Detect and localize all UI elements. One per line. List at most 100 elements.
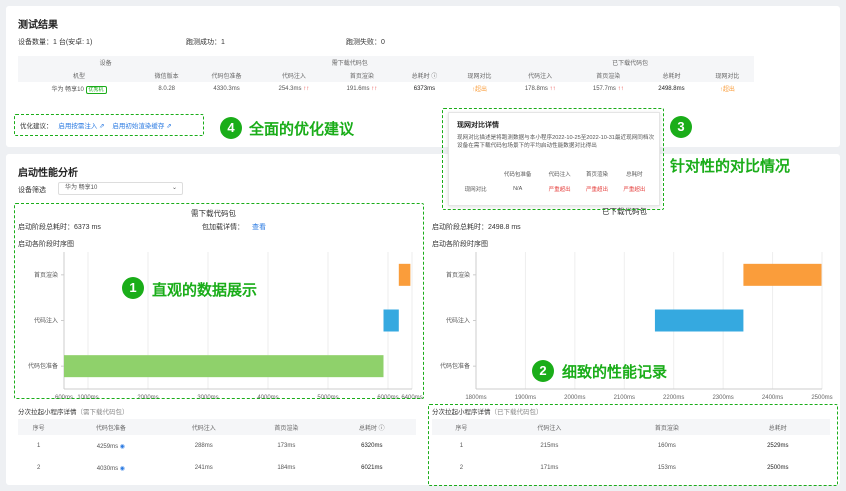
- cell-render2: 157.7ms ↑↑: [574, 82, 642, 95]
- y-tick-label: 代码注入: [446, 317, 470, 325]
- device-filter-label: 设备筛选: [18, 187, 46, 194]
- cell-model: 华为 畅享10 优秀机: [18, 82, 140, 95]
- x-tick-label: 1800ms: [465, 395, 486, 401]
- col-header: 微信版本: [154, 74, 179, 80]
- callout-1-badge: 1: [122, 277, 144, 299]
- render2-arrows: ↑↑: [617, 85, 624, 92]
- col-header: 代码包准备: [211, 74, 242, 80]
- callout-1-text: 直观的数据展示: [152, 282, 258, 299]
- x-tick-label: 2400ms: [762, 395, 783, 401]
- cell-render: 184ms: [277, 465, 296, 471]
- col-header-total: 总耗时 ⓘ: [396, 69, 453, 82]
- detail-left-header: 序号 代码包准备 代码注入 首页渲染 总耗时 ⓘ: [18, 419, 416, 435]
- col-header: 现网对比: [467, 74, 492, 80]
- column-header-row: 机型 微信版本 代码包准备 代码注入 首页渲染 总耗时 ⓘ 现网对比 代码注入 …: [18, 69, 754, 82]
- cell-inject: 288ms: [194, 443, 213, 449]
- inject-value: 254.3ms: [278, 85, 302, 92]
- run-success: 跑测成功：1: [186, 39, 225, 46]
- device-filter-select[interactable]: 华为 畅享10 ⌄: [58, 182, 183, 195]
- col-header: 代码注入: [281, 74, 306, 80]
- col-header: 总耗时: [662, 74, 681, 80]
- x-tick-label: 2200ms: [663, 395, 684, 401]
- col-header: 代码注入: [528, 74, 553, 80]
- render2-value: 157.7ms: [592, 85, 616, 92]
- col-header: 首页渲染: [274, 425, 299, 432]
- model-name: 华为 畅享10: [51, 87, 84, 93]
- cell-inject: 241ms: [194, 465, 213, 471]
- col-header: 序号: [32, 425, 45, 432]
- inject2-arrows: ↑↑: [549, 85, 556, 92]
- x-tick-label: 2100ms: [614, 395, 635, 401]
- table-row: 华为 畅享10 优秀机 8.0.28 4330.3ms 254.3ms ↑↑ 1…: [18, 82, 754, 95]
- prep-value: 4030ms: [96, 465, 119, 472]
- callout-4-badge: 4: [220, 117, 242, 139]
- detail-left-subtitle: （需下载代码包）: [76, 409, 129, 416]
- callout-2-badge: 2: [532, 360, 554, 382]
- bar-首页渲染: [743, 263, 822, 286]
- help-icon[interactable]: ⓘ: [379, 426, 385, 432]
- col-header: 现网对比: [715, 74, 740, 80]
- test-result-title: 测试结果: [18, 20, 58, 31]
- col-header-total: 总耗时 ⓘ: [328, 419, 416, 435]
- cell-compare[interactable]: ↑超出: [453, 82, 506, 95]
- cell-total: 6320ms: [361, 443, 383, 449]
- highlight-right-detail: [428, 404, 838, 486]
- cell-prep: 4259ms ◉: [59, 435, 162, 457]
- callout-2-text: 细致的性能记录: [562, 364, 668, 381]
- x-tick-label: 2300ms: [712, 395, 733, 401]
- cell-render: 191.6ms ↑↑: [328, 82, 396, 95]
- prep-value: 4259ms: [96, 443, 119, 450]
- callout-3-badge: 3: [670, 116, 692, 138]
- x-tick-label: 2000ms: [564, 395, 585, 401]
- cell-prep: 4330.3ms: [213, 85, 240, 92]
- x-tick-label: 2500ms: [811, 395, 832, 401]
- group-header-row: 设备 需下载代码包 已下载代码包: [18, 56, 754, 69]
- render-arrows: ↑↑: [371, 85, 378, 92]
- result-table: 设备 需下载代码包 已下载代码包 机型 微信版本 代码包准备 代码注入 首页渲染…: [18, 56, 754, 95]
- cell-total: 6373ms: [413, 85, 436, 92]
- highlight-popup: [442, 108, 664, 210]
- cell-inject2: 178.8ms ↑↑: [506, 82, 574, 95]
- render-value: 191.6ms: [346, 85, 370, 92]
- cell-wechat: 8.0.28: [158, 85, 175, 92]
- cell-render: 173ms: [277, 443, 296, 449]
- bar-代码注入: [654, 309, 744, 332]
- cell-prep: 4030ms ◉: [59, 457, 162, 479]
- cell-index: 2: [36, 465, 41, 471]
- detail-left-title: 分次拉起小程序详情（需下载代码包）: [18, 406, 129, 416]
- x-tick-label: 1900ms: [515, 395, 536, 401]
- cell-compare2[interactable]: ↑超出: [701, 82, 754, 95]
- inject-arrows: ↑↑: [303, 85, 310, 92]
- col-header-total-label: 总耗时: [358, 425, 377, 432]
- inject2-value: 178.8ms: [524, 85, 548, 92]
- detail-left-table: 序号 代码包准备 代码注入 首页渲染 总耗时 ⓘ 1 4259ms ◉ 288m…: [18, 419, 416, 479]
- highlight-advice: [14, 114, 204, 136]
- device-filter-value: 华为 畅享10: [65, 185, 98, 191]
- cell-total2: 2498.8ms: [658, 85, 685, 92]
- y-tick-label: 首页渲染: [446, 271, 470, 279]
- callout-4-text: 全面的优化建议: [249, 121, 355, 138]
- col-header: 代码包准备: [95, 425, 126, 432]
- eye-icon[interactable]: ◉: [120, 466, 125, 472]
- callout-3-text: 针对性的对比情况: [670, 158, 791, 175]
- cell-total: 6021ms: [361, 465, 383, 471]
- table-row: 2 4030ms ◉ 241ms 184ms 6021ms: [18, 457, 416, 479]
- group-device: 设备: [99, 61, 112, 67]
- device-count: 设备数量：1 台(安卓: 1): [18, 39, 93, 46]
- help-icon[interactable]: ⓘ: [431, 74, 437, 80]
- highlight-left-chart: [14, 203, 424, 399]
- col-header: 首页渲染: [349, 74, 374, 80]
- group-downloaded: 已下载代码包: [612, 61, 649, 67]
- y-tick-label: 代码包准备: [440, 362, 470, 370]
- startup-title: 启动性能分析: [18, 168, 78, 179]
- device-tag: 优秀机: [85, 86, 107, 94]
- cell-index: 1: [36, 443, 41, 449]
- cell-inject: 254.3ms ↑↑: [260, 82, 328, 95]
- col-header: 首页渲染: [596, 74, 621, 80]
- group-demand: 需下载代码包: [331, 61, 368, 67]
- chevron-down-icon: ⌄: [171, 185, 177, 191]
- eye-icon[interactable]: ◉: [120, 444, 125, 450]
- run-fail: 跑测失败：0: [346, 39, 385, 46]
- col-header-total-label: 总耗时: [411, 74, 430, 80]
- right-total: 启动阶段总耗时：2498.8 ms: [432, 224, 521, 231]
